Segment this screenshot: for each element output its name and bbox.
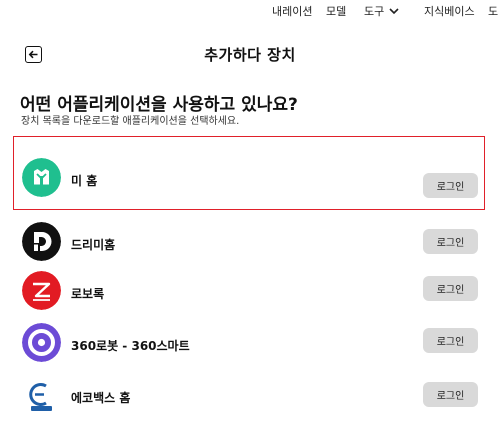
login-button[interactable]: 로그인: [423, 229, 478, 254]
nav-knowledge-base[interactable]: 지식베이스: [424, 3, 475, 19]
top-nav: 내레이션 모델 도구 지식베이스 도: [0, 0, 500, 20]
page-header: 추가하다 장치: [0, 42, 500, 70]
ecovacs-icon: [22, 375, 61, 414]
app-name: 360로봇 - 360스마트: [71, 339, 190, 353]
page-title: 추가하다 장치: [204, 46, 296, 64]
nav-model[interactable]: 모델: [326, 3, 346, 19]
app-row-roborock[interactable]: 로보록 로그인: [0, 268, 500, 320]
app-name: 로보록: [71, 287, 105, 301]
login-button[interactable]: 로그인: [423, 328, 478, 353]
dreame-icon: [22, 222, 61, 261]
app-name: 미 홈: [71, 174, 98, 188]
nav-narration[interactable]: 내레이션: [272, 3, 312, 19]
app-name: 에코백스 홈: [71, 391, 131, 405]
login-button[interactable]: 로그인: [423, 382, 478, 407]
app-row-360-robot[interactable]: 360로봇 - 360스마트 로그인: [0, 320, 500, 372]
app-row-dreame-home[interactable]: 드리미홈 로그인: [0, 216, 500, 268]
app-row-ecovacs-home[interactable]: 에코백스 홈 로그인: [0, 372, 500, 424]
nav-tools[interactable]: 도구: [364, 3, 400, 19]
app-name: 드리미홈: [71, 238, 116, 252]
question-subtitle: 장치 목록을 다운로드할 애플리케이션을 선택하세요.: [21, 116, 240, 127]
chevron-down-icon: [389, 8, 399, 15]
nav-more[interactable]: 도: [488, 3, 498, 19]
nav-tools-label: 도구: [364, 5, 385, 18]
roborock-icon: [22, 271, 61, 310]
login-button[interactable]: 로그인: [423, 173, 478, 198]
mi-home-icon: [22, 158, 61, 197]
app-row-mi-home[interactable]: 미 홈 로그인: [0, 152, 500, 204]
360-robot-icon: [22, 323, 61, 362]
login-button[interactable]: 로그인: [423, 276, 478, 301]
